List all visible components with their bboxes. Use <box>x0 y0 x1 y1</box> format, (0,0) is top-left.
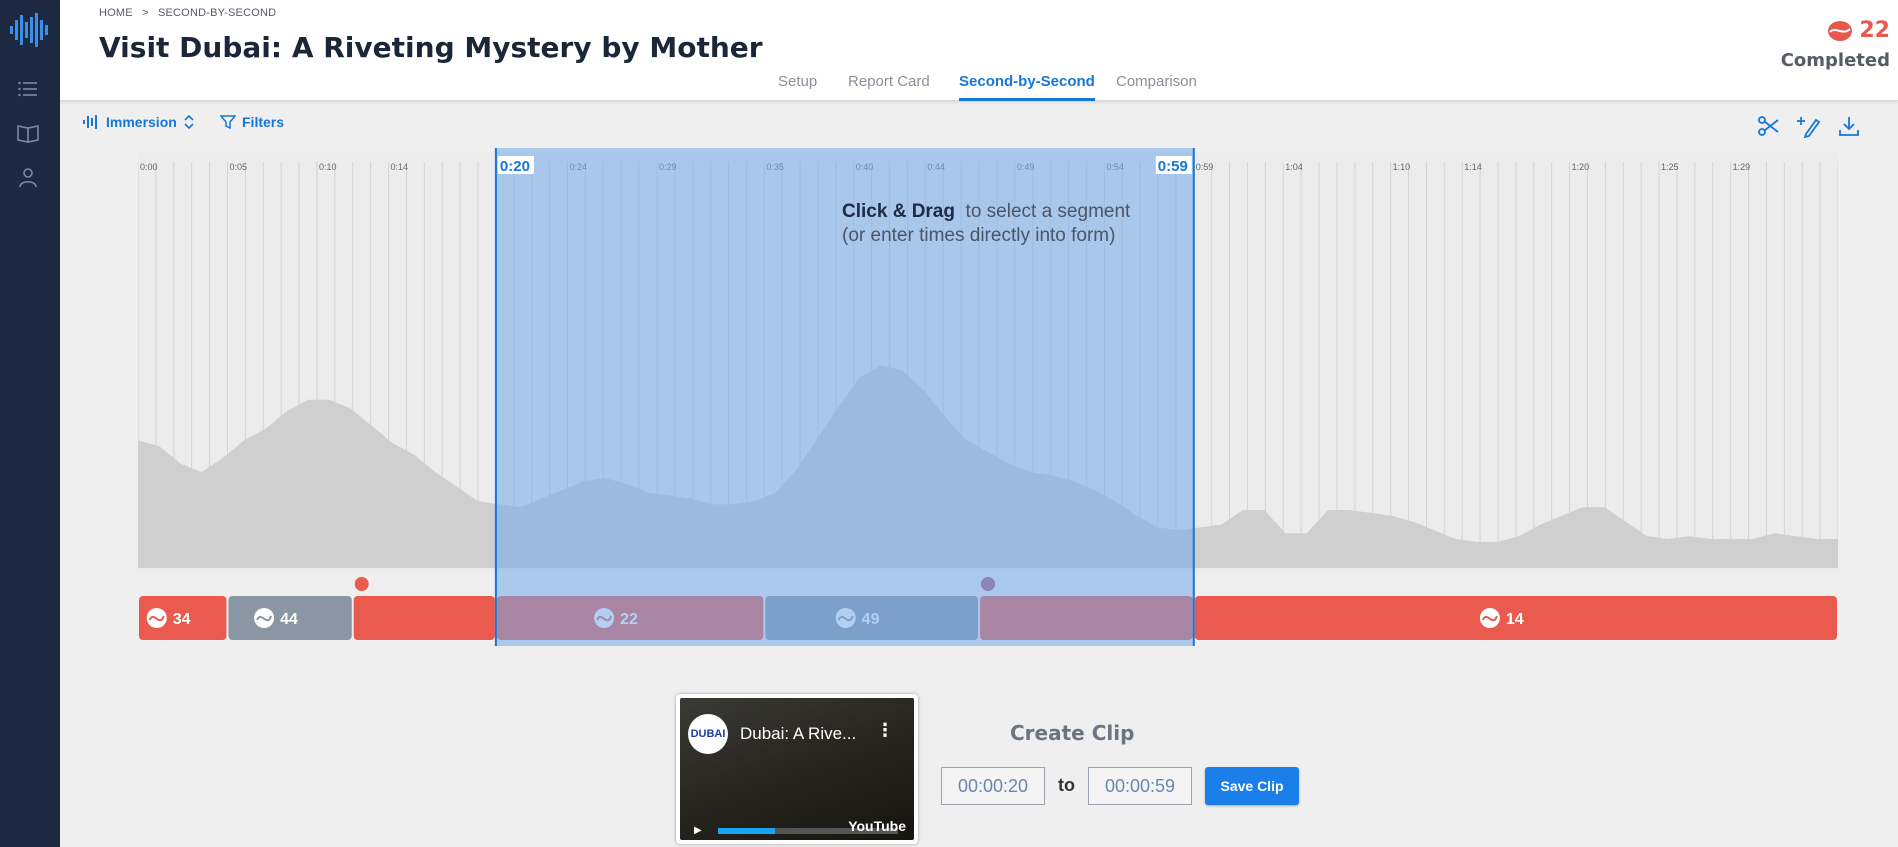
time-tick-label: 0:05 <box>229 162 247 172</box>
page-title: Visit Dubai: A Riveting Mystery by Mothe… <box>99 31 763 64</box>
respondents-icon <box>1828 20 1853 41</box>
video-title: Dubai: A Rive... <box>740 724 857 743</box>
user-icon[interactable] <box>16 165 40 189</box>
time-tick-label: 1:20 <box>1572 162 1590 172</box>
breadcrumb: HOME > SECOND-BY-SECOND <box>99 7 282 19</box>
metric-selector-label: Immersion <box>106 114 177 130</box>
tab-setup[interactable]: Setup <box>778 73 817 101</box>
play-icon[interactable]: ▶ <box>694 825 702 836</box>
waveform-icon <box>83 115 97 129</box>
filter-icon <box>220 115 236 130</box>
video-player[interactable]: DUBAI Dubai: A Rive... ⋮ ▶ YouTube <box>676 694 918 844</box>
completed-number: 22 <box>1859 18 1890 43</box>
segment-score: 44 <box>280 611 298 628</box>
filters-button[interactable]: Filters <box>220 114 284 130</box>
page-header: HOME > SECOND-BY-SECOND Visit Dubai: A R… <box>60 0 1898 101</box>
clip-start-input[interactable] <box>941 767 1045 805</box>
download-icon[interactable] <box>1837 114 1861 138</box>
filters-label: Filters <box>242 114 285 130</box>
hint-line2: (or enter times directly into form) <box>842 225 1116 246</box>
toolbar: Immersion Filters <box>60 106 1898 142</box>
waveform-logo-icon[interactable] <box>8 12 52 48</box>
breadcrumb-home[interactable]: HOME <box>99 7 133 19</box>
clip-end-input[interactable] <box>1088 767 1192 805</box>
book-icon[interactable] <box>16 121 40 145</box>
time-tick-label: 1:29 <box>1733 162 1751 172</box>
clip-to-label: to <box>1058 775 1075 795</box>
selection-hint: Click & Drag to select a segment (or ent… <box>842 200 1130 248</box>
hint-bold: Click & Drag <box>842 201 955 222</box>
tab-report-card[interactable]: Report Card <box>848 73 930 101</box>
youtube-logo: YouTube <box>848 818 906 834</box>
tab-comparison[interactable]: Comparison <box>1116 73 1197 101</box>
metric-selector[interactable]: Immersion <box>82 114 195 130</box>
time-tick-label: 1:04 <box>1285 162 1303 172</box>
video-screen[interactable]: DUBAI Dubai: A Rive... ⋮ ▶ YouTube <box>680 698 914 840</box>
sidebar <box>0 0 60 847</box>
time-tick-label: 1:10 <box>1393 162 1411 172</box>
tab-bar: Setup Report Card Second-by-Second Compa… <box>60 73 1898 101</box>
scissors-icon[interactable] <box>1757 114 1781 138</box>
hint-text: to select a segment <box>965 201 1131 222</box>
breadcrumb-current: SECOND-BY-SECOND <box>157 7 277 19</box>
time-tick-label: 0:59 <box>1196 162 1214 172</box>
tab-second-by-second[interactable]: Second-by-Second <box>959 73 1095 101</box>
breadcrumb-separator: > <box>142 7 149 19</box>
time-tick-label: 1:14 <box>1464 162 1482 172</box>
list-icon[interactable] <box>16 77 40 101</box>
time-tick-label: 1:25 <box>1661 162 1679 172</box>
time-tick-label: 0:00 <box>140 162 158 172</box>
add-annotation-icon[interactable] <box>1797 114 1821 138</box>
create-clip-title: Create Clip <box>1010 721 1135 745</box>
save-clip-button[interactable]: Save Clip <box>1205 767 1299 805</box>
completed-count: 22 <box>1827 18 1890 43</box>
segment-bar <box>353 596 495 640</box>
segment-score: 14 <box>1506 611 1524 628</box>
segment-marker <box>354 577 369 591</box>
channel-logo: DUBAI <box>688 714 728 754</box>
video-menu-icon[interactable]: ⋮ <box>876 720 894 741</box>
completed-label: Completed <box>1780 50 1890 71</box>
selection-start-label: 0:20 <box>500 158 530 175</box>
time-tick-label: 0:10 <box>319 162 337 172</box>
video-progress-fill <box>718 828 775 834</box>
chevron-updown-icon <box>184 114 194 130</box>
segment-score: 34 <box>173 611 191 628</box>
selection-end-label: 0:59 <box>1158 158 1188 175</box>
time-tick-label: 0:14 <box>391 162 409 172</box>
second-by-second-chart[interactable]: 34442249140:000:050:100:140:200:240:290:… <box>138 148 1838 648</box>
